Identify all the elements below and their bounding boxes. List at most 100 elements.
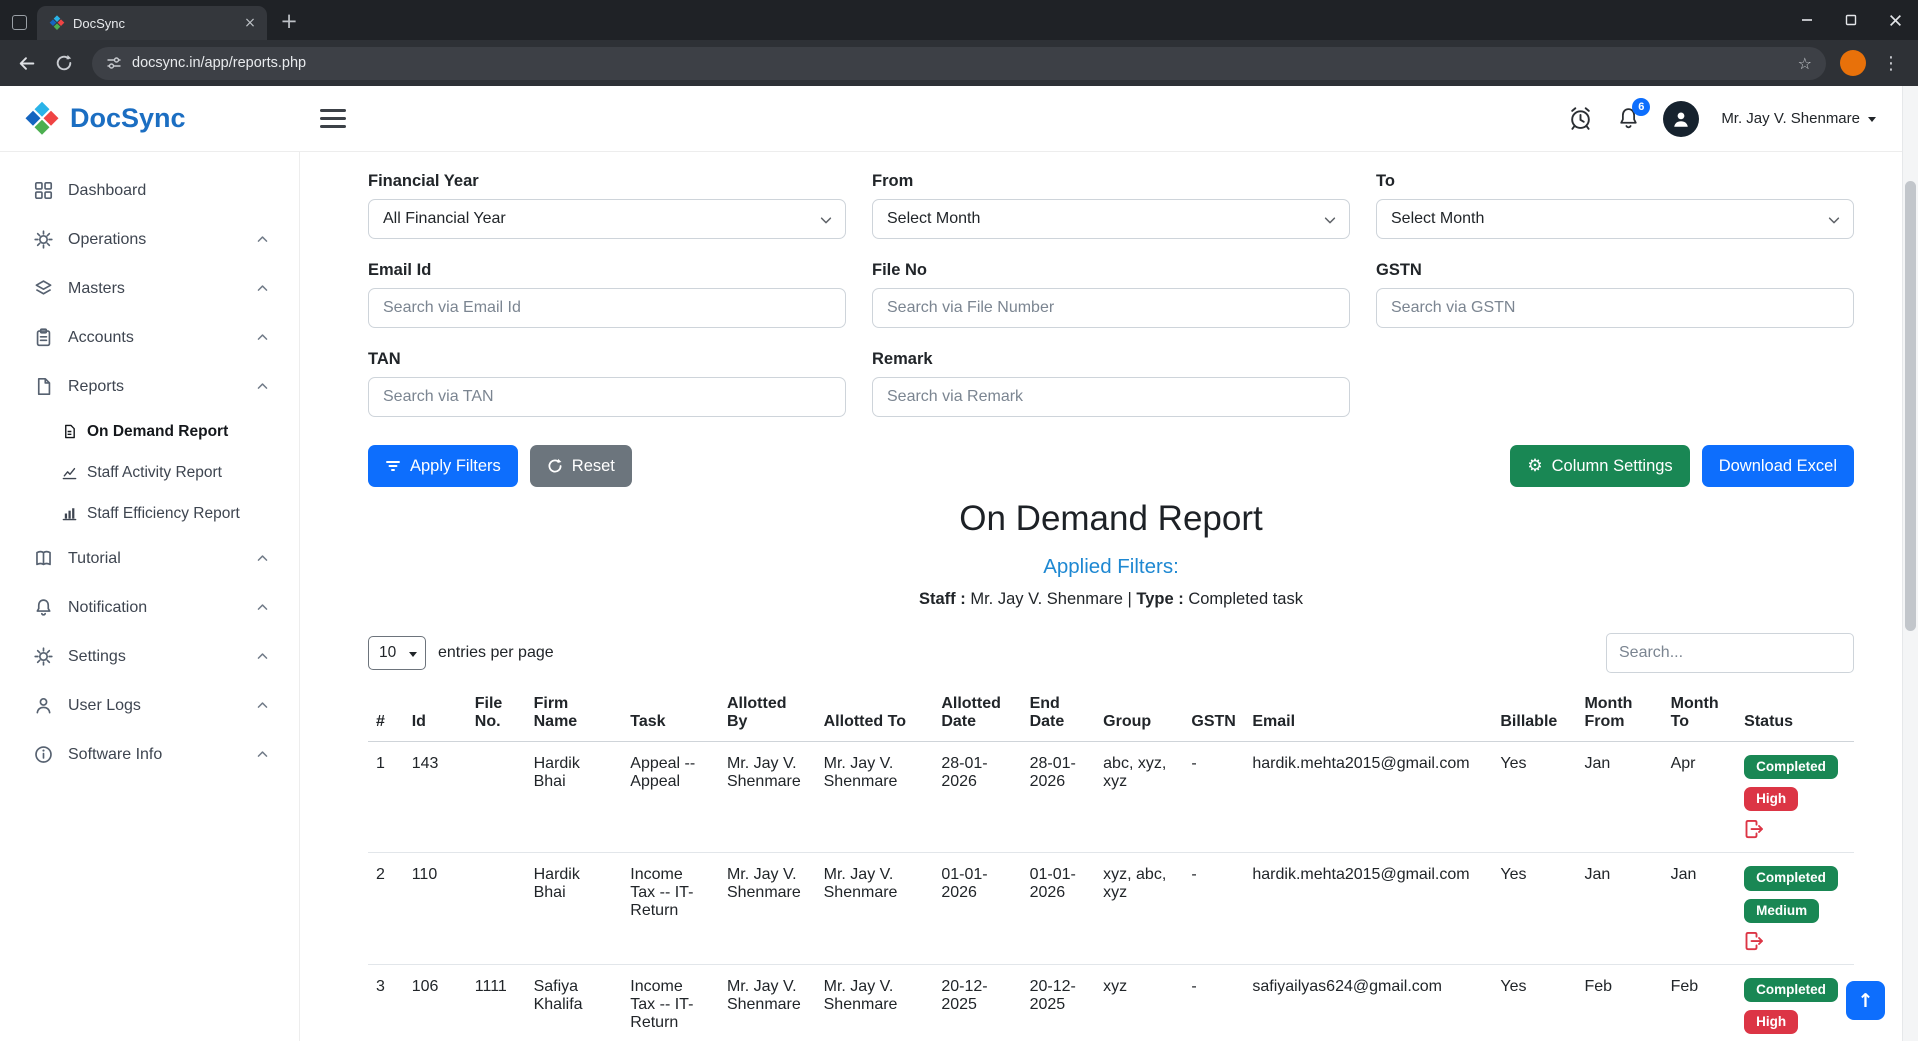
file-no-filter-input[interactable]: [872, 288, 1350, 328]
page-title: On Demand Report: [368, 499, 1854, 539]
apply-filters-button[interactable]: Apply Filters: [368, 445, 518, 487]
col-header: Group: [1095, 689, 1183, 742]
notification-icon: [34, 598, 53, 617]
staff-value: Mr. Jay V. Shenmare: [970, 590, 1123, 608]
scroll-to-top-button[interactable]: ↑: [1846, 981, 1885, 1020]
user-name: Mr. Jay V. Shenmare: [1721, 110, 1860, 127]
col-header: Status: [1736, 689, 1854, 742]
to-month-select[interactable]: Select Month: [1376, 199, 1854, 239]
gstn-filter: GSTN: [1376, 261, 1854, 328]
browser-toolbar: docsync.in/app/reports.php ☆ ⋮: [0, 40, 1918, 86]
remark-filter-input[interactable]: [872, 377, 1350, 417]
sidebar-item-accounts[interactable]: Accounts: [0, 313, 299, 362]
user-menu[interactable]: Mr. Jay V. Shenmare: [1721, 110, 1876, 127]
browser-menu-icon[interactable]: ⋮: [1876, 53, 1906, 74]
col-header: Allotted By: [719, 689, 816, 742]
site-info-icon[interactable]: [106, 55, 122, 71]
user-avatar[interactable]: [1663, 101, 1699, 137]
financial-year-label: Financial Year: [368, 172, 846, 191]
staff-label: Staff :: [919, 590, 966, 608]
to-label: To: [1376, 172, 1854, 191]
new-tab-button[interactable]: +: [275, 7, 303, 35]
priority-badge: Medium: [1744, 899, 1819, 923]
export-icon[interactable]: [1744, 931, 1764, 951]
sidebar-item-tutorial[interactable]: Tutorial: [0, 534, 299, 583]
financial-year-filter: Financial Year All Financial Year: [368, 172, 846, 239]
sidebar-item-staff-efficiency-report[interactable]: Staff Efficiency Report: [0, 493, 299, 534]
col-header: GSTN: [1183, 689, 1244, 742]
sidebar-item-operations[interactable]: Operations: [0, 215, 299, 264]
caret-down-icon: [409, 652, 417, 657]
sidebar-item-notification[interactable]: Notification: [0, 583, 299, 632]
column-settings-button[interactable]: ⚙ Column Settings: [1510, 445, 1689, 487]
browser-tab[interactable]: DocSync ×: [37, 6, 267, 40]
email-filter-input[interactable]: [368, 288, 846, 328]
sidebar-item-staff-activity-report[interactable]: Staff Activity Report: [0, 452, 299, 493]
reload-icon[interactable]: [50, 49, 78, 77]
type-label: Type :: [1136, 590, 1183, 608]
sidebar-item-settings[interactable]: Settings: [0, 632, 299, 681]
table-row: 1 143 Hardik Bhai Appeal -- Appeal Mr. J…: [368, 742, 1854, 853]
close-button[interactable]: [1889, 14, 1902, 27]
reports-icon: [34, 377, 53, 396]
tab-close-icon[interactable]: ×: [241, 14, 259, 32]
financial-year-select[interactable]: All Financial Year: [368, 199, 846, 239]
from-month-select[interactable]: Select Month: [872, 199, 1350, 239]
gstn-filter-input[interactable]: [1376, 288, 1854, 328]
table-header-row: # Id File No. Firm Name Task Allotted By…: [368, 689, 1854, 742]
reset-button[interactable]: Reset: [530, 445, 632, 487]
url-text[interactable]: docsync.in/app/reports.php: [132, 55, 1788, 71]
tab-title: DocSync: [73, 16, 233, 31]
table-search-input[interactable]: [1606, 633, 1854, 673]
remark-filter: Remark: [872, 350, 1350, 417]
chevron-up-icon: [256, 650, 269, 663]
bookmark-star-icon[interactable]: ☆: [1798, 54, 1812, 73]
applied-filters-heading: Applied Filters:: [368, 555, 1854, 579]
sidebar-item-software-info[interactable]: Software Info: [0, 730, 299, 779]
browser-profile-avatar[interactable]: [1840, 50, 1866, 76]
address-bar[interactable]: docsync.in/app/reports.php ☆: [92, 47, 1826, 80]
col-header: Month From: [1576, 689, 1662, 742]
download-excel-button[interactable]: Download Excel: [1702, 445, 1854, 487]
sidebar-item-masters[interactable]: Masters: [0, 264, 299, 313]
chevron-up-icon: [256, 233, 269, 246]
status-cell: Completed High: [1736, 964, 1854, 1041]
col-header: Month To: [1663, 689, 1737, 742]
sidebar-item-user-logs[interactable]: User Logs: [0, 681, 299, 730]
minimize-button[interactable]: [1801, 14, 1813, 26]
docsync-app: DocSync 6 Mr. Jay V. Shenmare: [0, 86, 1918, 1041]
caret-down-icon: [1868, 117, 1876, 122]
entries-per-page-select[interactable]: 10: [368, 636, 426, 670]
notification-bell-icon[interactable]: 6: [1616, 106, 1641, 131]
email-label: Email Id: [368, 261, 846, 280]
filter-actions: Apply Filters Reset ⚙ Column Settings Do…: [368, 445, 1854, 487]
app-body: Dashboard Operations Masters Accounts Re…: [0, 152, 1918, 1041]
col-header: Allotted To: [816, 689, 934, 742]
scrollbar-thumb[interactable]: [1905, 181, 1916, 631]
reset-icon: [547, 458, 563, 474]
docsync-logo-icon: [24, 101, 60, 137]
sidebar-item-dashboard[interactable]: Dashboard: [0, 166, 299, 215]
brand[interactable]: DocSync: [0, 101, 300, 137]
sidebar-item-reports[interactable]: Reports: [0, 362, 299, 411]
col-header: File No.: [467, 689, 526, 742]
back-icon[interactable]: [12, 49, 40, 77]
col-header: Task: [622, 689, 719, 742]
maximize-button[interactable]: [1845, 14, 1857, 26]
docsync-favicon: [49, 15, 65, 31]
hamburger-menu-icon[interactable]: [316, 105, 350, 132]
alarm-clock-icon[interactable]: [1567, 105, 1594, 132]
sidebar-item-on-demand-report[interactable]: On Demand Report: [0, 411, 299, 452]
settings-gear-icon: [34, 647, 53, 666]
masters-icon: [34, 279, 53, 298]
filters-section: Financial Year All Financial Year From S…: [368, 172, 1854, 417]
chevron-up-icon: [256, 380, 269, 393]
page-scrollbar[interactable]: [1902, 86, 1918, 1041]
tan-filter-input[interactable]: [368, 377, 846, 417]
operations-icon: [34, 230, 53, 249]
notification-badge: 6: [1632, 98, 1650, 116]
export-icon[interactable]: [1744, 819, 1764, 839]
tan-label: TAN: [368, 350, 846, 369]
tutorial-icon: [34, 549, 53, 568]
chevron-down-icon: [1323, 213, 1337, 227]
